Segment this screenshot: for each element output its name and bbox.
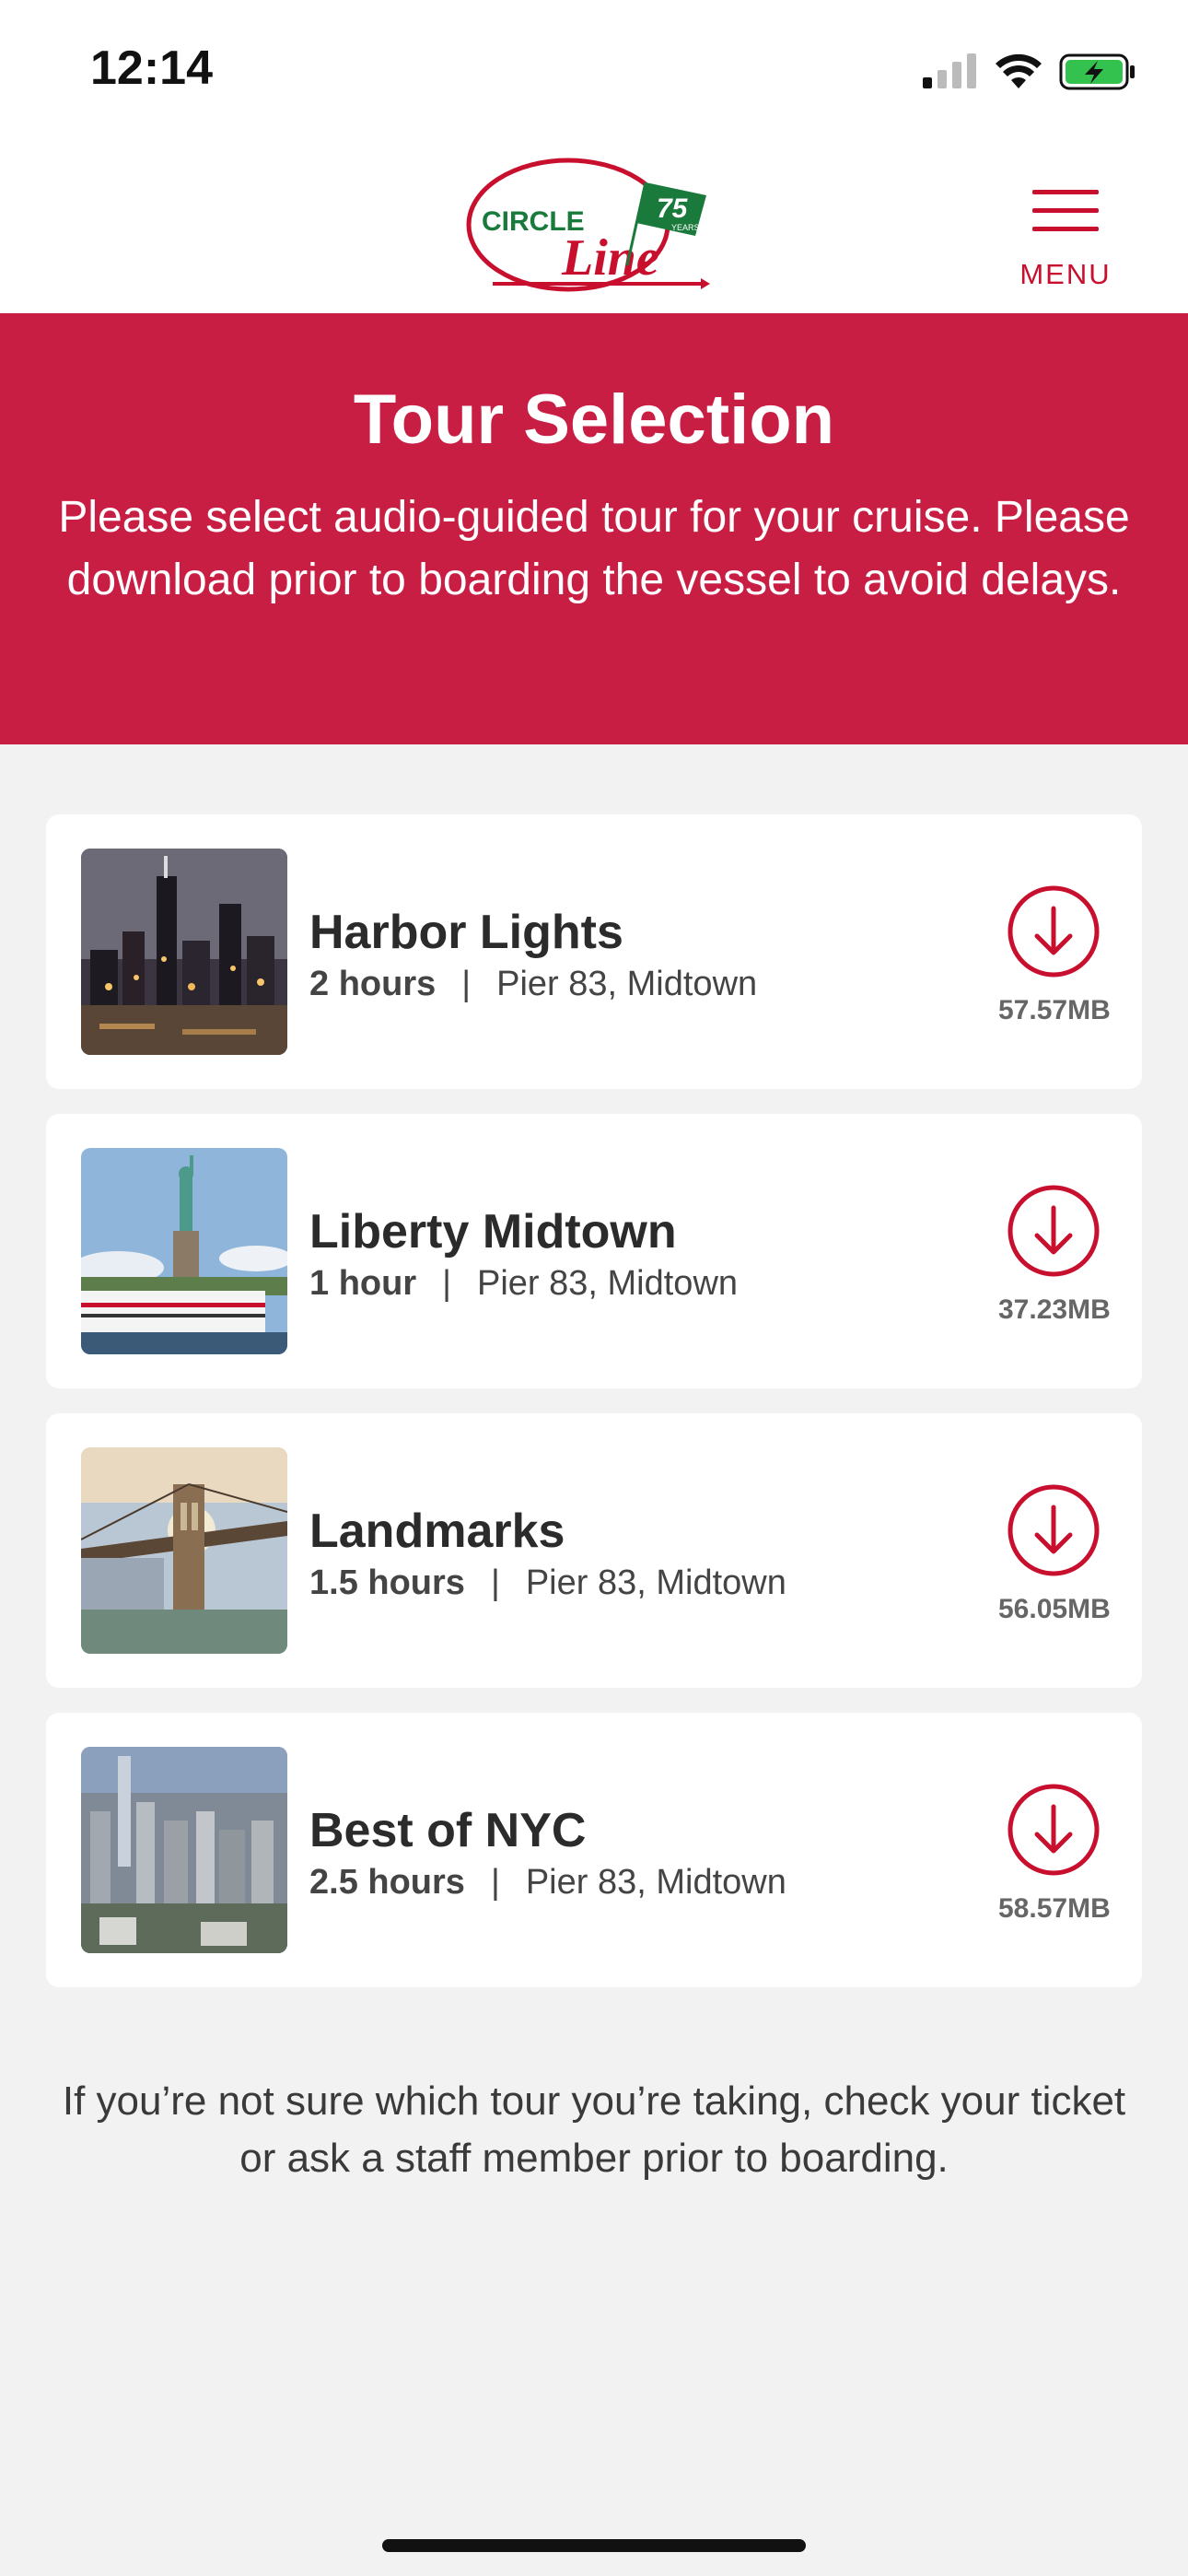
tour-card-liberty-midtown[interactable]: Liberty Midtown 1 hour | Pier 83, Midtown … [46, 1114, 1142, 1388]
tour-location: Pier 83, Midtown [525, 1863, 786, 1902]
home-indicator[interactable] [382, 2539, 806, 2552]
download-icon [1007, 1484, 1100, 1576]
battery-charging-icon [1059, 53, 1135, 90]
tour-thumbnail-liberty-midtown [81, 1148, 287, 1354]
download-size: 56.05MB [998, 1594, 1111, 1624]
status-time: 12:14 [90, 41, 213, 95]
download-button[interactable]: 58.57MB [998, 1783, 1111, 1925]
logo-text-bottom: Line [561, 229, 659, 287]
wifi-icon [996, 53, 1042, 88]
tour-thumbnail-best-of-nyc [81, 1747, 287, 1953]
tour-card-harbor-lights[interactable]: Harbor Lights 2 hours | Pier 83, Midtown 5… [46, 814, 1142, 1089]
tour-meta: 2 hours | Pier 83, Midtown [309, 965, 757, 1004]
meta-separator: | [490, 1863, 500, 1902]
tour-card-landmarks[interactable]: Landmarks 1.5 hours | Pier 83, Midtown 56.… [46, 1413, 1142, 1688]
tour-meta: 1.5 hours | Pier 83, Midtown [309, 1563, 786, 1603]
download-button[interactable]: 37.23MB [998, 1184, 1111, 1326]
tour-duration: 2.5 hours [309, 1863, 465, 1902]
status-icons [923, 50, 1136, 94]
download-size: 58.57MB [998, 1893, 1111, 1924]
hamburger-icon [1032, 190, 1099, 231]
app-header: CIRCLE Line 75 YEARS MENU [0, 138, 1188, 313]
tour-duration: 1 hour [309, 1264, 417, 1303]
circle-line-logo[interactable]: CIRCLE Line 75 YEARS [465, 155, 723, 295]
tour-name: Landmarks [309, 1505, 565, 1558]
tour-location: Pier 83, Midtown [525, 1563, 786, 1602]
menu-button[interactable]: MENU [1015, 190, 1116, 291]
status-bar: 12:14 [0, 0, 1188, 138]
footer-note: If you’re not sure which tour you’re tak… [62, 2078, 1126, 2181]
download-icon [1007, 885, 1100, 978]
logo-flag-number: 75 [657, 193, 689, 224]
logo-flag-years: YEARS [671, 223, 700, 232]
tour-list: Harbor Lights 2 hours | Pier 83, Midtown 5… [46, 814, 1142, 2012]
download-icon [1007, 1784, 1100, 1876]
download-icon [1007, 1185, 1100, 1277]
download-button[interactable]: 57.57MB [998, 884, 1111, 1026]
meta-separator: | [461, 965, 472, 1003]
tour-meta: 2.5 hours | Pier 83, Midtown [309, 1863, 786, 1903]
tour-duration: 2 hours [309, 965, 437, 1003]
page-subtitle: Please select audio-guided tour for your… [58, 493, 1130, 604]
tour-selection-banner: Tour Selection Please select audio-guide… [0, 313, 1188, 744]
meta-separator: | [490, 1563, 500, 1602]
tour-location: Pier 83, Midtown [496, 965, 758, 1003]
cellular-signal-icon [923, 53, 976, 88]
tour-duration: 1.5 hours [309, 1563, 465, 1602]
tour-name: Best of NYC [309, 1804, 587, 1857]
meta-separator: | [442, 1264, 451, 1303]
tour-location: Pier 83, Midtown [477, 1264, 739, 1303]
download-button[interactable]: 56.05MB [998, 1483, 1111, 1625]
tour-name: Harbor Lights [309, 906, 623, 959]
tour-thumbnail-harbor-lights [81, 849, 287, 1055]
tour-name: Liberty Midtown [309, 1205, 677, 1259]
download-size: 57.57MB [998, 995, 1111, 1025]
download-size: 37.23MB [998, 1294, 1111, 1325]
tour-thumbnail-landmarks [81, 1447, 287, 1654]
tour-card-best-of-nyc[interactable]: Best of NYC 2.5 hours | Pier 83, Midtown 5… [46, 1713, 1142, 1987]
page-title: Tour Selection [353, 381, 835, 459]
tour-meta: 1 hour | Pier 83, Midtown [309, 1264, 738, 1304]
menu-label: MENU [1019, 258, 1112, 290]
